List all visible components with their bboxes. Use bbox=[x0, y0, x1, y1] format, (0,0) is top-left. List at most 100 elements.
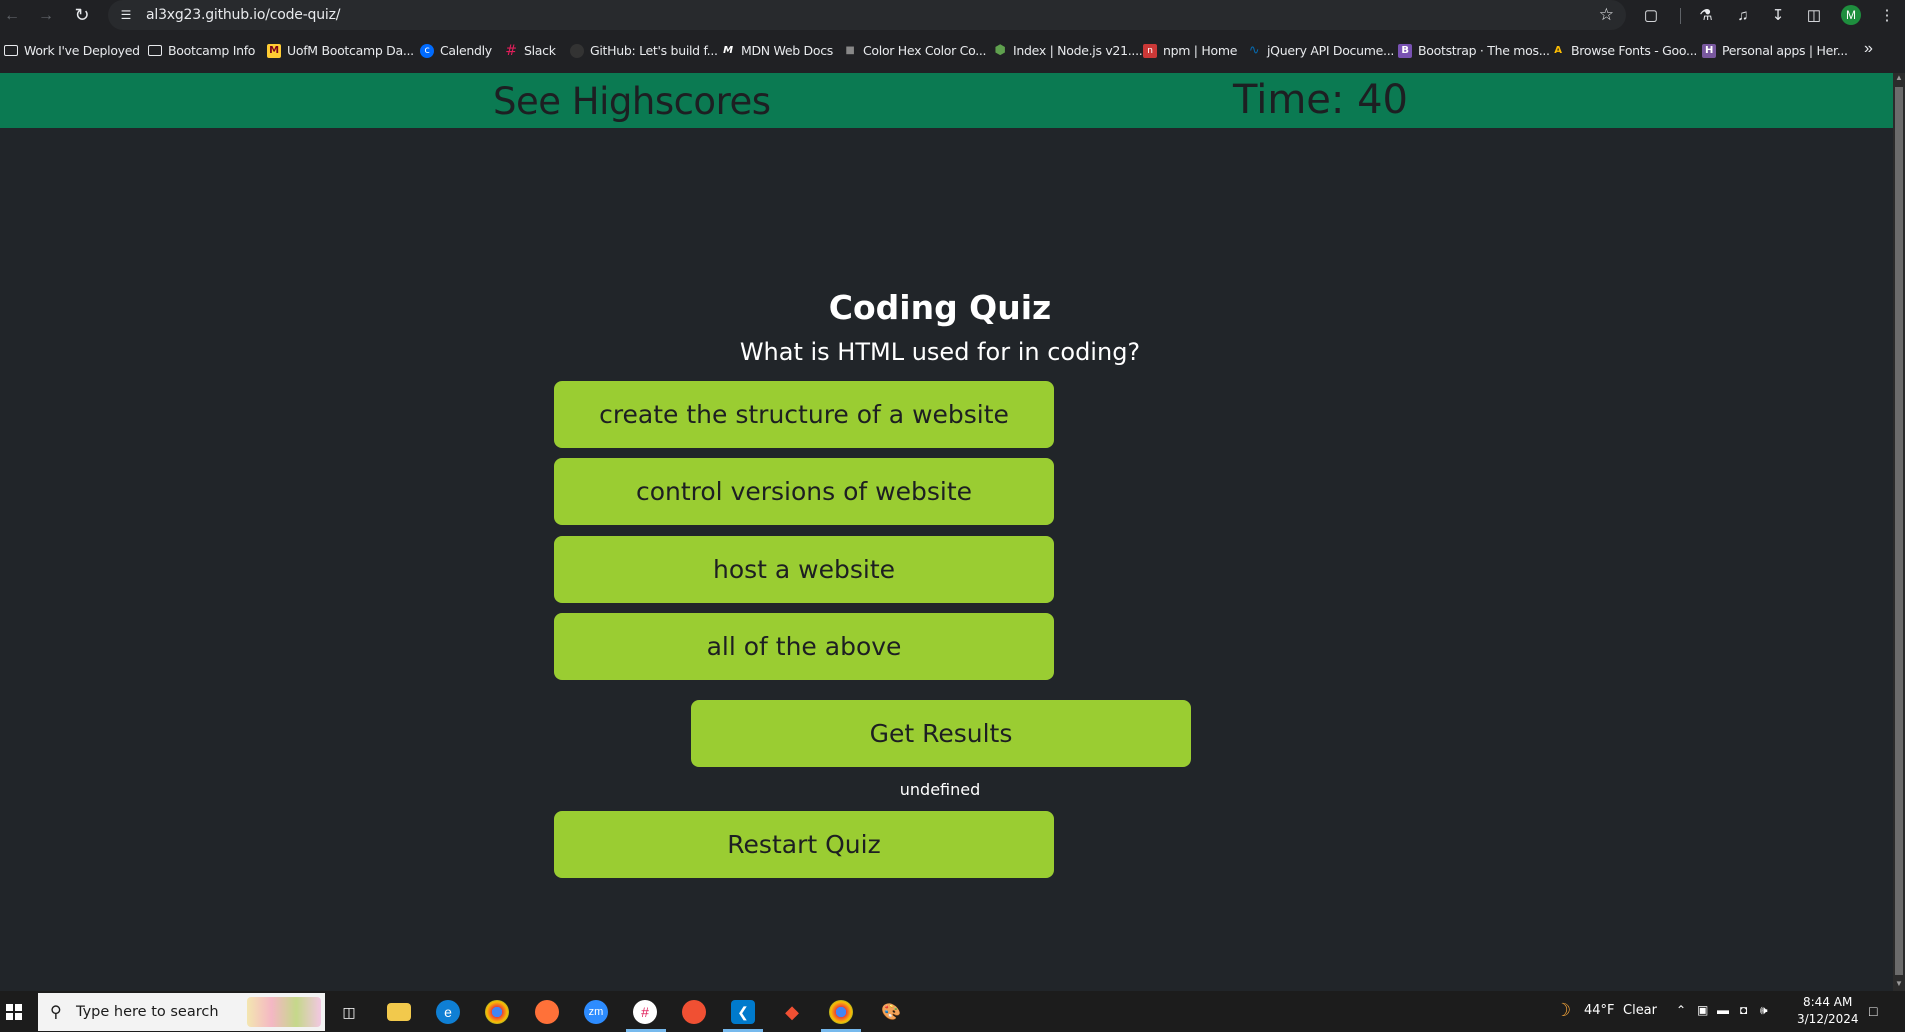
timer-display: Time: 40 bbox=[1233, 77, 1408, 123]
search-placeholder[interactable]: Type here to search bbox=[76, 1004, 219, 1020]
bookmark-item[interactable]: Work I've Deployed bbox=[4, 43, 140, 58]
bookmark-item[interactable]: GitHub: Let's build f... bbox=[570, 43, 718, 58]
edge-icon[interactable]: e bbox=[436, 1000, 460, 1024]
heroku-icon: H bbox=[1702, 43, 1716, 58]
scroll-down-arrow-icon[interactable]: ▼ bbox=[1893, 979, 1905, 991]
bookmark-item[interactable]: A Browse Fonts - Goo... bbox=[1551, 43, 1697, 58]
get-results-button[interactable]: Get Results bbox=[691, 700, 1191, 767]
answer-button[interactable]: control versions of website bbox=[554, 458, 1054, 525]
weather-moon-icon[interactable]: ☽ bbox=[1555, 1000, 1577, 1022]
answer-button[interactable]: all of the above bbox=[554, 613, 1054, 680]
extensions-icon[interactable]: ▢ bbox=[1641, 5, 1661, 25]
bookmark-star-icon[interactable]: ☆ bbox=[1599, 5, 1614, 25]
paint-app-icon[interactable]: 🎨 bbox=[879, 1000, 903, 1024]
bookmark-item[interactable]: ∿ jQuery API Docume... bbox=[1247, 43, 1395, 58]
bookmark-item[interactable]: M UofM Bootcamp Da... bbox=[267, 43, 414, 58]
site-info-icon[interactable]: ☰ bbox=[118, 7, 134, 23]
weather-temp[interactable]: 44°F bbox=[1584, 1003, 1615, 1018]
bookmark-item[interactable]: B Bootstrap · The mos... bbox=[1398, 43, 1550, 58]
windows-start-icon[interactable] bbox=[0, 991, 28, 1032]
umn-logo-icon: M bbox=[267, 43, 281, 58]
bookmark-label: Slack bbox=[524, 43, 556, 58]
back-arrow-icon[interactable]: ← bbox=[0, 4, 24, 28]
calendly-icon: c bbox=[420, 43, 434, 58]
see-highscores-link[interactable]: See Highscores bbox=[493, 80, 771, 123]
url-text[interactable]: al3xg23.github.io/code-quiz/ bbox=[146, 7, 340, 23]
github-icon bbox=[570, 43, 584, 58]
clock-date[interactable]: 3/12/2024 bbox=[1797, 1012, 1859, 1026]
download-icon[interactable]: ↧ bbox=[1768, 5, 1788, 25]
vscode-icon[interactable]: ❮ bbox=[731, 1000, 755, 1024]
folder-icon bbox=[4, 45, 18, 56]
bookmark-item[interactable]: n npm | Home bbox=[1143, 43, 1237, 58]
file-explorer-icon[interactable] bbox=[387, 1003, 411, 1021]
media-controls-icon[interactable]: ♫ bbox=[1733, 5, 1753, 25]
bookmark-item[interactable]: ■ Color Hex Color Co... bbox=[843, 43, 986, 58]
git-icon[interactable]: ◆ bbox=[780, 1000, 804, 1024]
windows-taskbar: ⚲ Type here to search ◫ e zm # ❮ ◆ 🎨 ☽ 4… bbox=[0, 991, 1905, 1032]
bookmark-label: Bootstrap · The mos... bbox=[1418, 43, 1550, 58]
answer-button[interactable]: host a website bbox=[554, 536, 1054, 603]
npm-icon: n bbox=[1143, 43, 1157, 58]
wifi-icon[interactable]: ◘ bbox=[1740, 1003, 1747, 1017]
zoom-icon[interactable]: zm bbox=[584, 1000, 608, 1024]
forward-arrow-icon[interactable]: → bbox=[34, 4, 58, 28]
answer-feedback: undefined bbox=[899, 780, 981, 799]
clock-time[interactable]: 8:44 AM bbox=[1803, 995, 1852, 1009]
bookmark-label: npm | Home bbox=[1163, 43, 1238, 58]
page-viewport: See Highscores Time: 40 Coding Quiz What… bbox=[0, 73, 1893, 991]
bookmark-item[interactable]: H Personal apps | Her... bbox=[1702, 43, 1848, 58]
scroll-thumb[interactable] bbox=[1895, 87, 1903, 975]
vertical-scrollbar[interactable]: ▲ ▼ bbox=[1893, 73, 1905, 991]
nodejs-icon: ⬢ bbox=[994, 43, 1006, 58]
bookmarks-overflow-icon[interactable]: » bbox=[1864, 40, 1873, 58]
postman-icon[interactable] bbox=[682, 1000, 706, 1024]
bookmark-item[interactable]: # Slack bbox=[504, 43, 556, 59]
folder-icon bbox=[148, 45, 162, 56]
bookmark-label: Work I've Deployed bbox=[24, 43, 140, 58]
notification-icon[interactable]: □ bbox=[1869, 1003, 1877, 1019]
bookmark-label: jQuery API Docume... bbox=[1267, 43, 1395, 58]
mdn-icon: M bbox=[723, 45, 733, 56]
task-view-icon[interactable]: ◫ bbox=[337, 1000, 361, 1024]
firefox-icon[interactable] bbox=[535, 1000, 559, 1024]
bookmark-label: UofM Bootcamp Da... bbox=[287, 43, 414, 58]
bookmark-label: Bootcamp Info bbox=[168, 43, 256, 58]
labs-flask-icon[interactable]: ⚗ bbox=[1696, 5, 1716, 25]
battery-icon[interactable]: ▬ bbox=[1717, 1003, 1729, 1017]
tray-chevron-icon[interactable]: ⌃ bbox=[1676, 1003, 1686, 1017]
colorhex-icon: ■ bbox=[845, 45, 855, 56]
search-highlight-image bbox=[247, 997, 321, 1027]
weather-condition[interactable]: Clear bbox=[1623, 1003, 1657, 1018]
chrome-profile-icon[interactable] bbox=[829, 1000, 853, 1024]
profile-avatar[interactable]: M bbox=[1841, 5, 1861, 25]
slack-icon[interactable]: # bbox=[633, 1000, 657, 1024]
bookmark-label: Calendly bbox=[440, 43, 492, 58]
bookmark-item[interactable]: Bootcamp Info bbox=[148, 43, 255, 58]
scroll-up-arrow-icon[interactable]: ▲ bbox=[1893, 73, 1905, 85]
question-text: What is HTML used for in coding? bbox=[739, 338, 1141, 366]
bootstrap-icon: B bbox=[1398, 43, 1412, 58]
bookmark-label: Color Hex Color Co... bbox=[863, 43, 987, 58]
restart-quiz-button[interactable]: Restart Quiz bbox=[554, 811, 1054, 878]
meet-now-icon[interactable]: ▣ bbox=[1697, 1003, 1708, 1017]
bookmark-label: Index | Node.js v21.... bbox=[1013, 43, 1143, 58]
bookmark-label: GitHub: Let's build f... bbox=[590, 43, 718, 58]
side-panel-icon[interactable]: ◫ bbox=[1804, 5, 1824, 25]
bookmark-label: Browse Fonts - Goo... bbox=[1571, 43, 1698, 58]
bookmark-label: Personal apps | Her... bbox=[1722, 43, 1848, 58]
bookmark-label: MDN Web Docs bbox=[741, 43, 834, 58]
bookmark-item[interactable]: M MDN Web Docs bbox=[721, 43, 833, 58]
reload-icon[interactable]: ↻ bbox=[70, 3, 94, 27]
taskbar-search[interactable]: ⚲ Type here to search bbox=[38, 993, 325, 1031]
quiz-header: See Highscores Time: 40 bbox=[0, 73, 1893, 128]
answer-button[interactable]: create the structure of a website bbox=[554, 381, 1054, 448]
toolbar-divider bbox=[1680, 8, 1681, 24]
search-icon: ⚲ bbox=[50, 1004, 62, 1021]
bookmark-item[interactable]: ⬢ Index | Node.js v21.... bbox=[993, 43, 1142, 58]
chrome-icon[interactable] bbox=[485, 1000, 509, 1024]
volume-icon[interactable]: 🕪 bbox=[1760, 1003, 1768, 1018]
menu-kebab-icon[interactable]: ⋮ bbox=[1877, 5, 1897, 25]
address-bar[interactable]: ☰ al3xg23.github.io/code-quiz/ ☆ bbox=[108, 0, 1626, 30]
bookmark-item[interactable]: c Calendly bbox=[420, 43, 492, 58]
